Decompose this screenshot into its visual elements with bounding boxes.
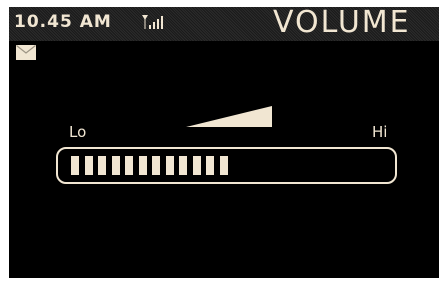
volume-ramp-icon xyxy=(186,106,272,127)
volume-hi-label: Hi xyxy=(372,123,388,141)
volume-tick xyxy=(179,156,187,175)
volume-tick xyxy=(112,156,120,175)
volume-tick xyxy=(166,156,174,175)
volume-tick xyxy=(139,156,147,175)
volume-tick xyxy=(152,156,160,175)
volume-tick xyxy=(71,156,79,175)
volume-tick xyxy=(98,156,106,175)
volume-lo-label: Lo xyxy=(69,123,87,141)
volume-tick xyxy=(206,156,214,175)
volume-tick xyxy=(85,156,93,175)
volume-tick xyxy=(193,156,201,175)
clock-time: 10.45 AM xyxy=(14,12,112,32)
screen-title: VOLUME xyxy=(273,7,411,40)
phone-screen: 10.45 AM VOLUME Lo Hi xyxy=(9,7,439,278)
volume-tick xyxy=(220,156,228,175)
volume-slider[interactable] xyxy=(56,147,397,184)
mail-icon[interactable] xyxy=(16,45,36,60)
volume-tick xyxy=(125,156,133,175)
signal-strength-icon xyxy=(142,15,163,29)
status-bar: 10.45 AM VOLUME xyxy=(9,7,439,41)
